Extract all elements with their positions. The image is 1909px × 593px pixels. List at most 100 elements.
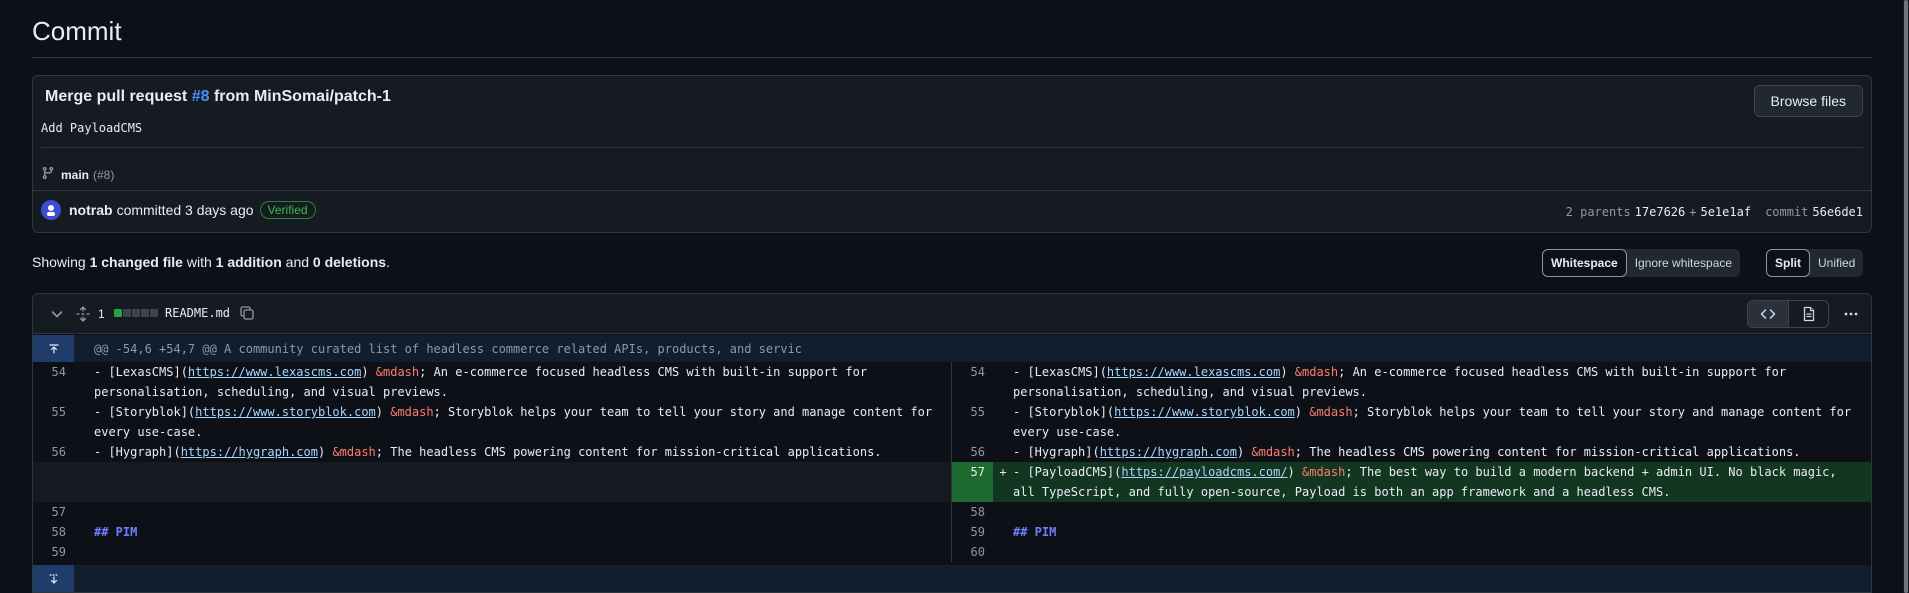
line-number[interactable]: 56 (33, 442, 74, 462)
title-divider (32, 57, 1872, 58)
diff-sign (74, 402, 94, 442)
parent-sha-2[interactable]: 5e1e1af (1700, 205, 1751, 219)
commit-title: Merge pull request #8 from MinSomai/patc… (45, 88, 391, 105)
code-entity: &mdash (1251, 445, 1295, 459)
code-line: - [Hygraph](https://hygraph.com) &mdash;… (94, 442, 951, 462)
code-entity: &mdash (1302, 465, 1346, 479)
split-view-button[interactable]: Split (1766, 249, 1810, 277)
file-header: 1 README.md (33, 294, 1871, 334)
author-link[interactable]: notrab (69, 202, 113, 218)
commit-divider-2 (33, 190, 1871, 191)
code-line: ## PIM (94, 522, 951, 542)
expand-footer (33, 565, 1871, 592)
scrollbar-thumb[interactable] (1904, 0, 1908, 593)
code-url: https://www.lexascms.com (1106, 365, 1281, 379)
diff-left-cell: 57 (33, 502, 952, 522)
diff-left-cell (33, 462, 952, 502)
line-number[interactable]: 54 (33, 362, 74, 402)
code-text: ) (317, 445, 333, 459)
code-icon[interactable] (1748, 301, 1788, 327)
diff-change-count: 1 (98, 307, 105, 321)
code-entity: &mdash (1294, 365, 1339, 379)
pr-link[interactable]: #8 (192, 88, 210, 105)
code-text: - [Storyblok]( (1013, 405, 1115, 419)
diff-right-cell: 56 - [Hygraph](https://hygraph.com) &mdas… (952, 442, 1871, 462)
diff-sign (993, 542, 1013, 562)
unified-view-button[interactable]: Unified (1810, 249, 1863, 277)
unfold-icon[interactable] (75, 306, 91, 325)
ignore-whitespace-button[interactable]: Ignore whitespace (1627, 249, 1740, 277)
code-text: ; The headless CMS powering content for … (1294, 445, 1801, 459)
verified-badge[interactable]: Verified (259, 201, 316, 219)
copy-icon[interactable] (239, 305, 255, 324)
diff-row: 54 - [LexasCMS](https://www.lexascms.com)… (33, 362, 1871, 402)
line-number[interactable]: 55 (952, 402, 993, 442)
line-number[interactable]: 59 (33, 542, 74, 562)
line-number[interactable]: 55 (33, 402, 74, 442)
avatar[interactable] (41, 200, 61, 220)
diff-right-cell: 57 + - [PayloadCMS](https://payloadcms.com… (952, 462, 1871, 502)
diff-row: 58 ## PIM 59 ## PIM (33, 522, 1871, 542)
code-heading: ## PIM (94, 525, 138, 539)
diff-right-cell: 58 (952, 502, 1871, 522)
hunk-header: @@ -54,6 +54,7 @@ A community curated li… (33, 335, 1871, 362)
commit-meta: 2 parents 17e7626 + 5e1e1af commit 56e6d… (1566, 205, 1863, 219)
code-line: ## PIM (1013, 522, 1871, 542)
code-text: ) (1294, 405, 1310, 419)
chevron-down-icon[interactable] (49, 306, 65, 325)
diff-row: 57 + - [PayloadCMS](https://payloadcms.com… (33, 462, 1871, 502)
parents-label: 2 parents (1565, 205, 1631, 219)
branch-link[interactable]: main (61, 168, 89, 182)
code-url: https://www.storyblok.com (1114, 405, 1295, 419)
line-number[interactable]: 56 (952, 442, 993, 462)
diffstat-blocks (114, 309, 158, 317)
diff-sign (993, 502, 1013, 522)
diff-sign (993, 362, 1013, 402)
page-title: Commit (32, 16, 122, 46)
browse-files-button[interactable]: Browse files (1753, 85, 1863, 117)
commit-box: Merge pull request #8 from MinSomai/patc… (32, 75, 1872, 233)
diff-row: 57 58 (33, 502, 1871, 522)
kebab-horizontal-icon[interactable] (1843, 306, 1859, 325)
diff-right-cell: 54 - [LexasCMS](https://www.lexascms.com)… (952, 362, 1871, 402)
parent-sha-1[interactable]: 17e7626 (1635, 205, 1686, 219)
line-number[interactable]: 59 (952, 522, 993, 542)
diff-table: 54 - [LexasCMS](https://www.lexascms.com)… (33, 362, 1871, 562)
line-number[interactable]: 54 (952, 362, 993, 402)
code-url: https://www.storyblok.com (195, 405, 376, 419)
code-text: - [Hygraph]( (94, 445, 181, 459)
diff-left-cell: 55 - [Storyblok](https://www.storyblok.co… (33, 402, 952, 442)
line-number[interactable]: 57 (952, 462, 993, 502)
expand-up-icon[interactable] (33, 335, 74, 362)
commit-time: committed 3 days ago (116, 202, 254, 218)
diff-summary: Showing 1 changed file with 1 addition a… (32, 254, 390, 270)
git-branch-icon (41, 166, 55, 183)
diff-right-cell: 60 (952, 542, 1871, 562)
branch-pr-link[interactable]: (#8) (93, 168, 114, 182)
view-toggle: Split Unified (1766, 249, 1864, 277)
line-number[interactable]: 58 (952, 502, 993, 522)
code-text: - [Hygraph]( (1013, 445, 1100, 459)
code-text: ) (375, 405, 391, 419)
whitespace-button[interactable]: Whitespace (1542, 249, 1627, 277)
code-text: ) (1287, 465, 1302, 479)
code-line: - [PayloadCMS](https://payloadcms.com/) … (1013, 462, 1871, 502)
line-number[interactable]: 60 (952, 542, 993, 562)
code-text: ) (361, 365, 376, 379)
commit-divider (41, 147, 1863, 148)
line-number[interactable]: 58 (33, 522, 74, 542)
code-line: - [LexasCMS](https://www.lexascms.com) &… (1013, 362, 1871, 402)
diff-sign (74, 442, 94, 462)
file-icon[interactable] (1788, 301, 1828, 327)
expand-down-icon[interactable] (33, 565, 74, 592)
file-name[interactable]: README.md (165, 306, 230, 320)
code-url: https://hygraph.com (1099, 445, 1237, 459)
file-diff: 1 README.md @@ -54,6 +54,7 @@ A communit… (32, 293, 1872, 593)
diff-sign: + (993, 462, 1013, 502)
code-line: - [Hygraph](https://hygraph.com) &mdash;… (1013, 442, 1871, 462)
line-number[interactable]: 57 (33, 502, 74, 522)
commit-label: commit (1765, 205, 1809, 219)
